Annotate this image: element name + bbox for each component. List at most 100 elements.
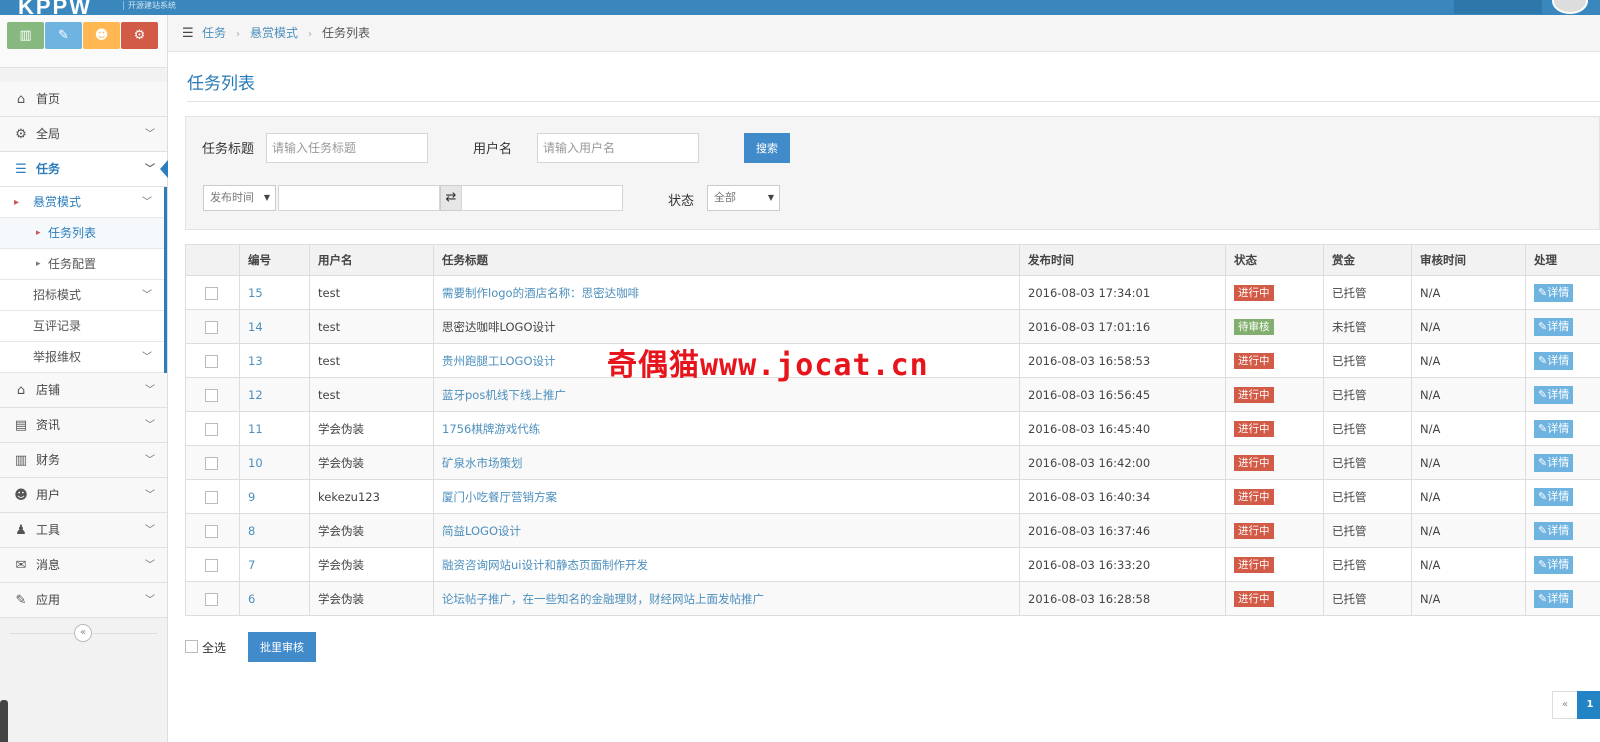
- breadcrumb-bounty-mode[interactable]: 悬赏模式: [250, 26, 298, 40]
- sidebar-item-shop[interactable]: ⌂ 店铺 ﹀: [0, 373, 167, 408]
- sidebar-item-label: 用户: [36, 488, 61, 502]
- sidebar-item-messages[interactable]: ✉ 消息 ﹀: [0, 548, 167, 583]
- users-icon[interactable]: ☻: [83, 22, 120, 49]
- row-id-link[interactable]: 9: [248, 490, 255, 504]
- header-review-time[interactable]: 审核时间: [1411, 244, 1526, 276]
- cogs-icon[interactable]: ⚙: [121, 22, 158, 49]
- breadcrumb-task[interactable]: 任务: [202, 26, 226, 40]
- sidebar-item-tender-mode[interactable]: 招标模式 ﹀: [0, 280, 164, 311]
- row-publish-time: 2016-08-03 17:01:16: [1019, 309, 1226, 344]
- select-all-label[interactable]: 全选: [202, 639, 226, 656]
- search-button[interactable]: 搜索: [744, 133, 790, 163]
- row-checkbox[interactable]: [205, 592, 218, 606]
- header-title[interactable]: 任务标题: [433, 244, 1020, 276]
- detail-label: 详情: [1547, 557, 1570, 571]
- exchange-icon[interactable]: ⇄: [440, 185, 462, 211]
- sidebar-item-task-list[interactable]: 任务列表: [0, 218, 164, 249]
- row-title-link[interactable]: 厦门小吃餐厅营销方案: [442, 490, 557, 504]
- row-id-link[interactable]: 15: [248, 286, 263, 300]
- row-status-cell: 进行中: [1225, 445, 1324, 480]
- row-checkbox[interactable]: [205, 320, 218, 334]
- detail-button[interactable]: ✎详情: [1534, 521, 1574, 540]
- row-id-link[interactable]: 12: [248, 388, 263, 402]
- row-title-link[interactable]: 需要制作logo的酒店名称：思密达咖啡: [442, 286, 639, 300]
- sidebar-item-tools[interactable]: ♟ 工具 ﹀: [0, 513, 167, 548]
- row-title-link[interactable]: 矿泉水市场策划: [442, 456, 523, 470]
- sidebar-item-finance[interactable]: ▥ 财务 ﹀: [0, 443, 167, 478]
- row-checkbox-cell: [185, 479, 240, 514]
- detail-button[interactable]: ✎详情: [1534, 487, 1574, 506]
- row-id-link[interactable]: 8: [248, 524, 255, 538]
- select-all-checkbox[interactable]: [185, 640, 198, 653]
- bar-chart-icon[interactable]: ▥: [7, 22, 44, 49]
- row-id-link[interactable]: 13: [248, 354, 263, 368]
- row-checkbox[interactable]: [205, 354, 218, 368]
- sidebar-item-report[interactable]: 举报维权 ﹀: [0, 342, 164, 373]
- row-title-link[interactable]: 蓝牙pos机线下线上推广: [442, 388, 566, 402]
- sidebar-item-global[interactable]: ⚙ 全局 ﹀: [0, 117, 167, 152]
- row-action-cell: ✎详情: [1525, 479, 1600, 514]
- row-title-link[interactable]: 论坛帖子推广，在一些知名的金融理财，财经网站上面发帖推广: [442, 592, 764, 606]
- row-id-link[interactable]: 7: [248, 558, 255, 572]
- username-input[interactable]: [537, 133, 699, 163]
- sidebar-item-task[interactable]: ☰ 任务 ﹀: [0, 152, 168, 187]
- header-username[interactable]: 用户名: [309, 244, 434, 276]
- watermark: 奇偶猫www.jocat.cn: [607, 348, 929, 383]
- header-status[interactable]: 状态: [1225, 244, 1324, 276]
- status-badge: 进行中: [1234, 590, 1274, 607]
- date-end-input[interactable]: [461, 185, 623, 211]
- pagination-prev-button[interactable]: «: [1552, 691, 1578, 719]
- detail-button[interactable]: ✎详情: [1534, 351, 1574, 370]
- sidebar-item-task-config[interactable]: 任务配置: [0, 249, 164, 280]
- row-id-link[interactable]: 10: [248, 456, 263, 470]
- sidebar-item-bounty-mode[interactable]: 悬赏模式 ﹀: [0, 187, 164, 218]
- row-checkbox[interactable]: [205, 490, 218, 504]
- header-publish-time[interactable]: 发布时间: [1019, 244, 1226, 276]
- bulk-review-button[interactable]: 批里审核: [248, 632, 316, 662]
- row-checkbox[interactable]: [205, 286, 218, 300]
- detail-button[interactable]: ✎详情: [1534, 283, 1574, 302]
- edit-icon: ✎: [1538, 489, 1548, 503]
- sidebar-item-news[interactable]: ▤ 资讯 ﹀: [0, 408, 167, 443]
- sidebar-item-users[interactable]: ☻ 用户 ﹀: [0, 478, 167, 513]
- top-user-menu-button[interactable]: [1454, 0, 1542, 14]
- row-id-link[interactable]: 11: [248, 422, 263, 436]
- detail-button[interactable]: ✎详情: [1534, 385, 1574, 404]
- pencil-icon[interactable]: ✎: [45, 22, 82, 49]
- status-label: 状态: [668, 194, 695, 209]
- row-review-time: N/A: [1411, 547, 1526, 582]
- row-title-link[interactable]: 贵州跑腿工LOGO设计: [442, 354, 556, 368]
- row-title-cell: 需要制作logo的酒店名称：思密达咖啡: [433, 275, 1020, 310]
- pagination-page-1[interactable]: 1: [1577, 691, 1600, 719]
- row-title-link[interactable]: 简益LOGO设计: [442, 524, 521, 538]
- task-title-input[interactable]: [266, 133, 428, 163]
- row-checkbox[interactable]: [205, 558, 218, 572]
- date-type-select[interactable]: 发布时间 ▼: [203, 185, 276, 211]
- detail-button[interactable]: ✎详情: [1534, 589, 1574, 608]
- sidebar-item-apps[interactable]: ✎ 应用 ﹀: [0, 583, 167, 618]
- row-id-link[interactable]: 6: [248, 592, 255, 606]
- header-bounty[interactable]: 赏金: [1323, 244, 1412, 276]
- detail-label: 详情: [1547, 421, 1570, 435]
- sidebar-item-review-records[interactable]: 互评记录: [0, 311, 164, 342]
- row-bounty: 已托管: [1323, 377, 1412, 412]
- date-start-input[interactable]: [278, 185, 440, 211]
- detail-button[interactable]: ✎详情: [1534, 419, 1574, 438]
- avatar[interactable]: [1552, 0, 1588, 14]
- row-checkbox[interactable]: [205, 524, 218, 538]
- row-publish-time: 2016-08-03 16:37:46: [1019, 513, 1226, 548]
- row-checkbox[interactable]: [205, 388, 218, 402]
- header-id[interactable]: 编号: [239, 244, 310, 276]
- row-title-link[interactable]: 融资咨询网站ui设计和静态页面制作开发: [442, 558, 648, 572]
- detail-button[interactable]: ✎详情: [1534, 317, 1574, 336]
- row-id-link[interactable]: 14: [248, 320, 263, 334]
- status-select[interactable]: 全部 ▼: [707, 185, 780, 211]
- detail-button[interactable]: ✎详情: [1534, 555, 1574, 574]
- row-checkbox[interactable]: [205, 456, 218, 470]
- row-checkbox[interactable]: [205, 422, 218, 436]
- detail-button[interactable]: ✎详情: [1534, 453, 1574, 472]
- list-icon: ☰: [182, 26, 194, 41]
- row-title-link[interactable]: 1756棋牌游戏代练: [442, 422, 540, 436]
- sidebar-item-home[interactable]: ⌂ 首页: [0, 82, 167, 117]
- double-angle-left-icon[interactable]: «: [74, 624, 92, 642]
